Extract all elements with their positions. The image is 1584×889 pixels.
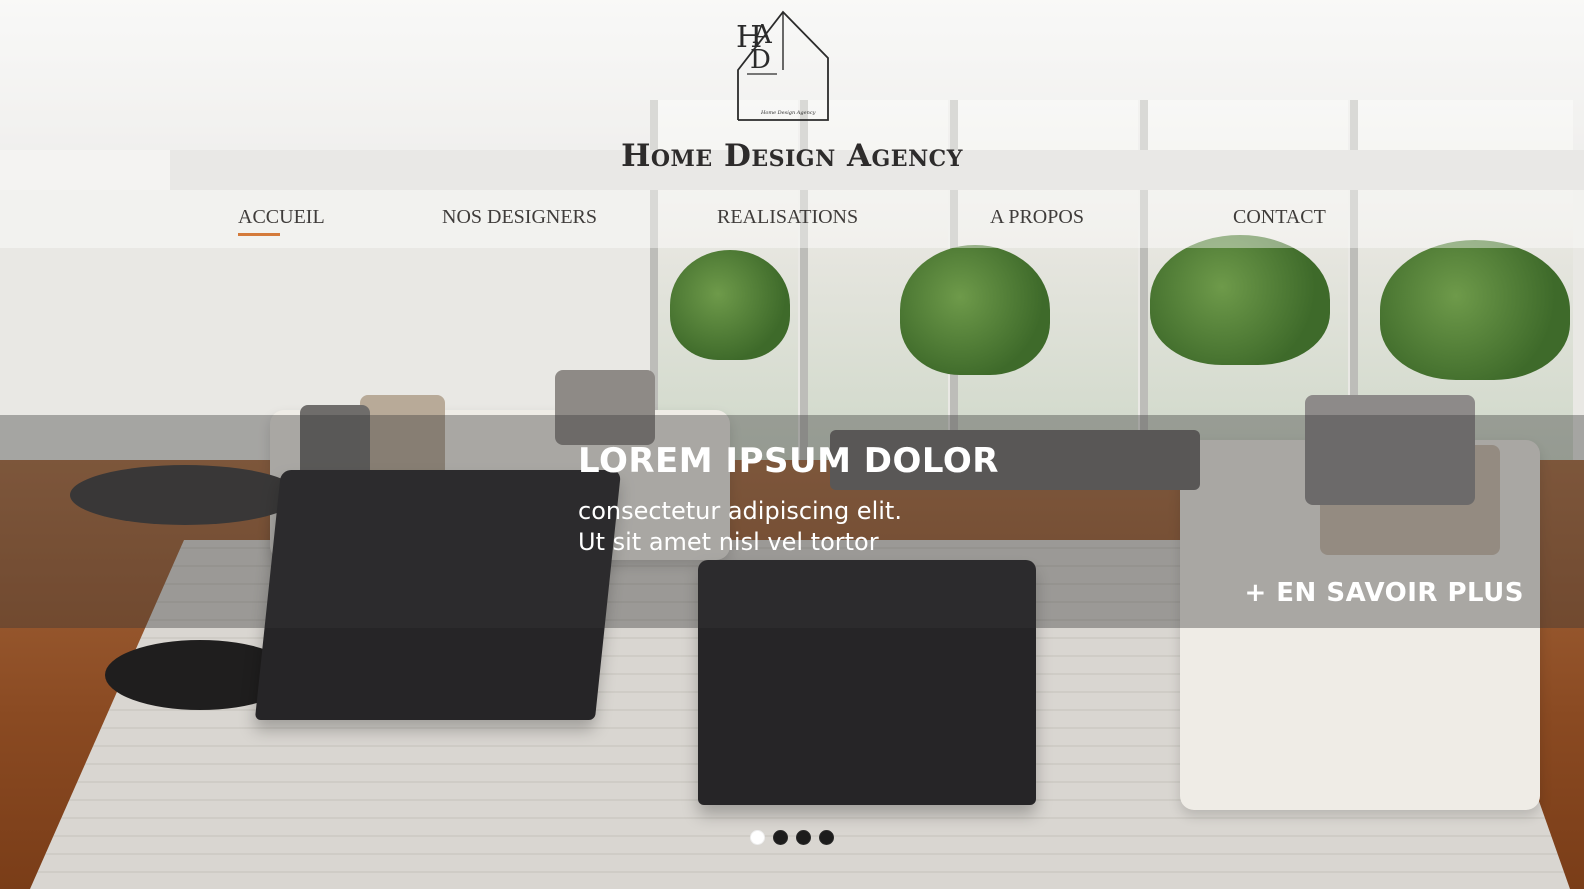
- brand-name: Home Design Agency: [621, 138, 963, 174]
- nav-item-label: REALISATIONS: [717, 206, 859, 228]
- carousel-dot-3[interactable]: [796, 830, 811, 845]
- nav-item-label: A PROPOS: [990, 206, 1084, 228]
- nav-item-label: CONTACT: [1233, 206, 1326, 228]
- house-logo-icon: H A D Home Design Agency: [736, 10, 829, 121]
- nav-item-realisations[interactable]: REALISATIONS: [717, 206, 858, 229]
- hero-title: LOREM IPSUM DOLOR: [578, 441, 999, 481]
- logo-monogram-d: D: [750, 45, 771, 75]
- nav-item-label: ACCUEIL: [238, 206, 325, 228]
- carousel-indicators: [750, 830, 834, 845]
- active-nav-indicator: [238, 233, 280, 236]
- brand-logo[interactable]: H A D Home Design Agency: [733, 10, 833, 124]
- logo-tagline: Home Design Agency: [760, 110, 816, 116]
- hero-subtitle: consectetur adipiscing elit. Ut sit amet…: [578, 497, 902, 556]
- nav-item-label: NOS DESIGNERS: [442, 206, 598, 228]
- nav-item-a-propos[interactable]: A PROPOS: [990, 206, 1084, 229]
- learn-more-button[interactable]: + EN SAVOIR PLUS: [1244, 578, 1524, 608]
- carousel-dot-4[interactable]: [819, 830, 834, 845]
- nav-item-accueil[interactable]: ACCUEIL: [238, 206, 325, 236]
- main-nav: ACCUEIL NOS DESIGNERS REALISATIONS A PRO…: [0, 206, 1584, 246]
- carousel-dot-2[interactable]: [773, 830, 788, 845]
- carousel-dot-1[interactable]: [750, 830, 765, 845]
- nav-item-nos-designers[interactable]: NOS DESIGNERS: [442, 206, 597, 229]
- nav-item-contact[interactable]: CONTACT: [1233, 206, 1326, 229]
